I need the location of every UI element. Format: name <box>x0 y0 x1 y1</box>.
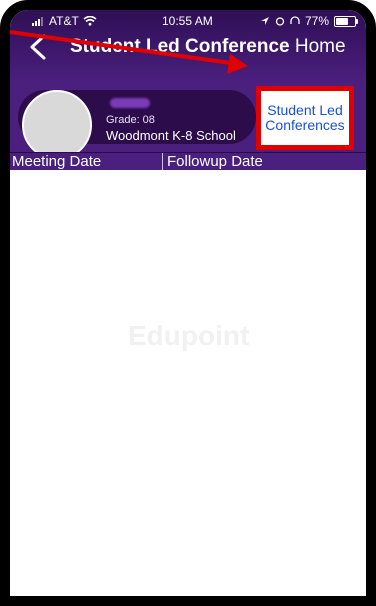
signal-icon <box>32 16 43 26</box>
avatar <box>22 90 92 160</box>
student-grade: Grade: 08 <box>106 114 155 126</box>
student-led-conferences-button[interactable]: Student Led Conferences <box>256 86 354 150</box>
status-bar: AT&T 10:55 AM 77% <box>10 10 366 30</box>
page-title-rest: Home <box>294 36 346 57</box>
column-followup-date[interactable]: Followup Date <box>162 153 263 171</box>
carrier-label: AT&T <box>49 14 79 28</box>
student-bar: Grade: 08 Woodmont K-8 School Student Le… <box>10 82 366 160</box>
conference-list: Edupoint <box>10 170 366 596</box>
edupoint-watermark: Edupoint <box>128 320 250 351</box>
page-title: Student Led Conference Home <box>70 36 360 58</box>
student-name-redacted <box>110 98 150 108</box>
student-led-conferences-label: Student Led Conferences <box>265 101 345 133</box>
wifi-icon <box>83 16 97 26</box>
app-header: AT&T 10:55 AM 77% Student Led Conference <box>10 10 366 82</box>
battery-percent: 77% <box>304 14 329 28</box>
column-meeting-date[interactable]: Meeting Date <box>12 153 101 171</box>
battery-icon <box>334 15 358 27</box>
headphones-icon <box>290 16 300 24</box>
phone-screen: AT&T 10:55 AM 77% Student Led Conference <box>0 0 376 606</box>
status-right: 77% <box>260 14 358 28</box>
alarm-icon <box>275 17 285 26</box>
table-header: Meeting Date Followup Date <box>10 152 366 171</box>
location-icon <box>260 17 269 25</box>
back-chevron-icon[interactable] <box>24 32 54 62</box>
carrier-info: AT&T <box>32 14 97 28</box>
page-title-bold: Student Led Conference <box>70 36 290 57</box>
clock: 10:55 AM <box>162 14 213 28</box>
student-school: Woodmont K-8 School <box>106 128 236 143</box>
